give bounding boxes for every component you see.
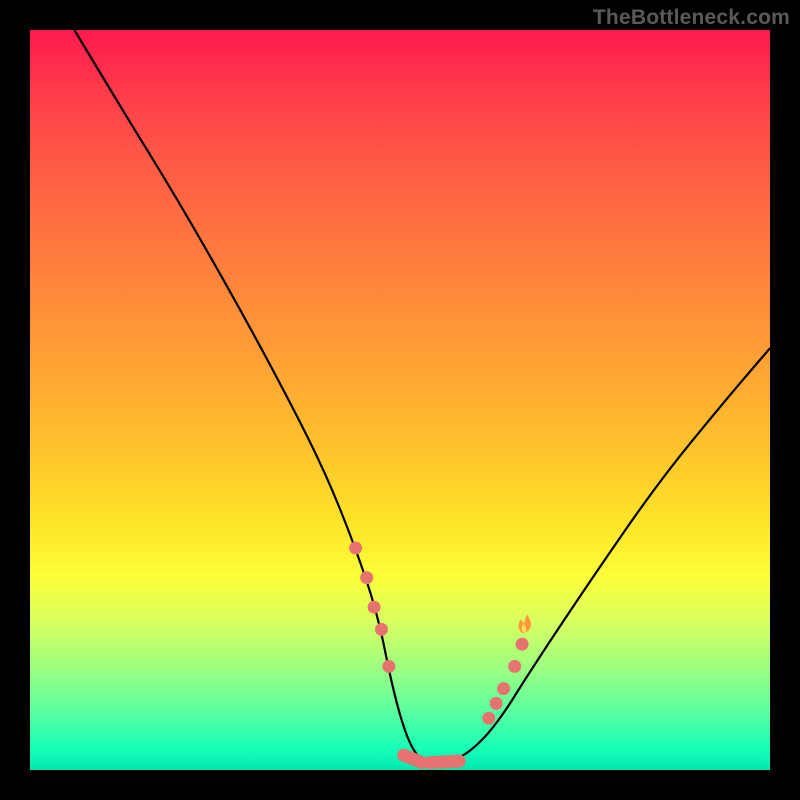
data-marker [490,697,503,710]
chart-frame: TheBottleneck.com [0,0,800,800]
data-marker [382,660,395,673]
data-capsule [430,761,460,762]
plot-area [30,30,770,770]
data-marker [349,542,362,555]
data-marker [368,601,381,614]
data-marker [360,571,373,584]
curve-svg [30,30,770,770]
data-marker [482,712,495,725]
watermark-text: TheBottleneck.com [593,6,790,30]
data-marker [497,682,510,695]
data-capsule [404,755,423,762]
bottleneck-curve [74,30,770,763]
data-marker [375,623,388,636]
data-marker [516,638,529,651]
curve-markers [349,542,531,763]
data-marker [508,660,521,673]
